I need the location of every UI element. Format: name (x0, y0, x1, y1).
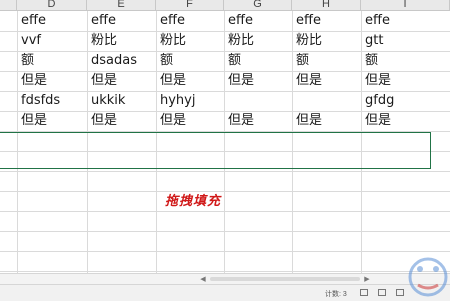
horizontal-scrollbar[interactable]: ◀ ▶ (0, 273, 450, 284)
cell-i4[interactable]: 但是 (362, 71, 391, 91)
cell-f3[interactable]: 额 (157, 51, 173, 71)
cell-i3[interactable]: 额 (362, 51, 378, 71)
watermark-logo (408, 257, 448, 297)
scroll-left-icon[interactable]: ◀ (198, 274, 208, 284)
status-bar: 计数: 3 (0, 284, 450, 301)
cell-h4[interactable]: 但是 (293, 71, 322, 91)
scrollbar-thumb[interactable] (210, 277, 360, 281)
cell-f4[interactable]: 但是 (157, 71, 186, 91)
row-divider (0, 191, 450, 192)
row-divider (0, 271, 450, 272)
cell-d6[interactable]: 但是 (18, 111, 47, 131)
cell-h3[interactable]: 额 (293, 51, 309, 71)
cell-f1[interactable]: effe (157, 11, 185, 31)
row-divider (0, 251, 450, 252)
cell-e4[interactable]: 但是 (88, 71, 117, 91)
cell-e6[interactable]: 但是 (88, 111, 117, 131)
select-all-corner[interactable] (0, 0, 17, 10)
cell-d5[interactable]: fdsfds (18, 91, 60, 111)
cell-e5[interactable]: ukkik (88, 91, 125, 111)
cell-g6[interactable]: 但是 (225, 111, 254, 131)
cell-h5[interactable] (293, 91, 296, 111)
cell-d2[interactable]: vvf (18, 31, 41, 51)
cell-g4[interactable]: 但是 (225, 71, 254, 91)
row-divider (0, 211, 450, 212)
scroll-right-icon[interactable]: ▶ (362, 274, 372, 284)
column-header-g[interactable]: G (224, 0, 292, 10)
cell-e3[interactable]: dsadas (88, 51, 137, 71)
column-header-i[interactable]: I (361, 0, 450, 10)
cell-f5[interactable]: hyhyj (157, 91, 195, 111)
column-header-row: D E F G H I (0, 0, 450, 11)
row-divider (0, 231, 450, 232)
cell-h1[interactable]: effe (293, 11, 321, 31)
row-divider (0, 171, 450, 172)
status-count: 计数: 3 (325, 291, 347, 298)
column-header-d[interactable]: D (17, 0, 87, 10)
cell-f2[interactable]: 粉比 (157, 31, 186, 51)
cell-e2[interactable]: 粉比 (88, 31, 117, 51)
cell-g1[interactable]: effe (225, 11, 253, 31)
cell-h2[interactable]: 粉比 (293, 31, 322, 51)
cell-f6[interactable]: 但是 (157, 111, 186, 131)
cell-e1[interactable]: effe (88, 11, 116, 31)
cell-g3[interactable]: 额 (225, 51, 241, 71)
drag-fill-annotation: 拖拽填充 (165, 194, 222, 209)
selection-range[interactable] (0, 132, 431, 169)
page-layout-view-icon[interactable] (378, 289, 386, 296)
cell-h6[interactable]: 但是 (293, 111, 322, 131)
column-header-h[interactable]: H (292, 0, 361, 10)
cell-g2[interactable]: 粉比 (225, 31, 254, 51)
cell-i5[interactable]: gfdg (362, 91, 394, 111)
column-header-f[interactable]: F (156, 0, 224, 10)
cell-d1[interactable]: effe (18, 11, 46, 31)
cell-d4[interactable]: 但是 (18, 71, 47, 91)
column-header-e[interactable]: E (87, 0, 156, 10)
normal-view-icon[interactable] (360, 289, 368, 296)
cell-i2[interactable]: gtt (362, 31, 383, 51)
cell-i1[interactable]: effe (362, 11, 390, 31)
cell-d3[interactable]: 额 (18, 51, 34, 71)
cell-g5[interactable] (225, 91, 228, 111)
cell-i6[interactable]: 但是 (362, 111, 391, 131)
